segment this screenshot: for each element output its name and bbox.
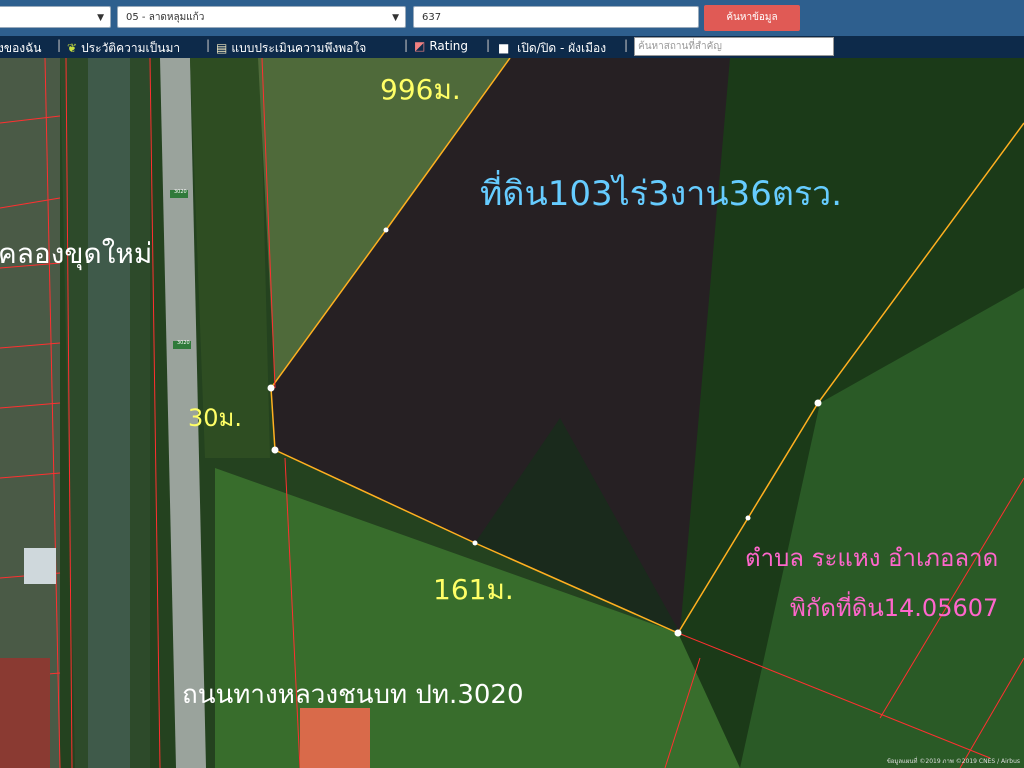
dropdown-caret-icon: ▼ xyxy=(392,13,399,23)
place-search-input[interactable]: ค้นหาสถานที่สำคัญ xyxy=(634,37,834,56)
search-button[interactable]: ค้นหาข้อมูล xyxy=(704,5,800,31)
side-length-bottom: 161ม. xyxy=(433,573,514,606)
house-roof xyxy=(300,708,370,768)
menu-separator: | xyxy=(404,38,409,52)
menu-item-rating[interactable]: ◩ Rating xyxy=(414,39,468,53)
top-toolbar: ▼ 05 - ลาดหลุมแก้ว ▼ 637 ค้นหาข้อมูล xyxy=(0,0,1024,36)
menu-separator: | xyxy=(57,38,62,52)
district-select[interactable]: 05 - ลาดหลุมแก้ว ▼ xyxy=(117,6,406,28)
document-icon: ▤ xyxy=(216,41,228,55)
sprout-icon: ❦ xyxy=(67,41,78,55)
menu-item-history[interactable]: ❦ ประวัติความเป็นมา xyxy=(67,39,180,58)
rating-chart-icon: ◩ xyxy=(414,39,426,53)
house-roof xyxy=(0,658,50,768)
menu-item-toggle-cityplan[interactable]: ■ เปิด/ปิด - ผังเมือง xyxy=(498,39,606,58)
canal-label: คลองขุดใหม่ xyxy=(0,237,153,270)
parcel-number-value: 637 xyxy=(422,12,442,23)
satellite-map[interactable]: 3020 3020 996ม. ที่ดิน103ไร่3งาน36ตรว. ค… xyxy=(0,58,1024,768)
menu-separator: | xyxy=(624,38,629,52)
map-imagery xyxy=(0,58,1024,768)
toggle-square-icon: ■ xyxy=(498,41,510,55)
side-length-top: 996ม. xyxy=(380,73,461,106)
menu-separator: | xyxy=(486,38,491,52)
house-roof xyxy=(24,548,56,584)
subdistrict-label: ตำบล ระแหง อำเภอลาด xyxy=(745,544,999,572)
province-select[interactable]: ▼ xyxy=(0,6,111,28)
menu-separator: | xyxy=(206,38,211,52)
map-attribution: ข้อมูลแผนที่ ©2019 ภาพ ©2019 CNES / Airb… xyxy=(886,758,1020,765)
dropdown-caret-icon: ▼ xyxy=(97,13,104,23)
area-label: ที่ดิน103ไร่3งาน36ตรว. xyxy=(480,174,843,214)
menu-bar: งของฉัน | ❦ ประวัติความเป็นมา | ▤ แบบประเม… xyxy=(0,36,1024,58)
district-select-value: 05 - ลาดหลุมแก้ว xyxy=(126,12,205,23)
menu-item-survey[interactable]: ▤ แบบประเมินความพึงพอใจ xyxy=(216,39,366,58)
coordinates-label: พิกัดที่ดิน14.05607 xyxy=(790,594,999,622)
menu-item-mine[interactable]: งของฉัน xyxy=(0,39,42,58)
parcel-number-input[interactable]: 637 xyxy=(413,6,699,28)
road-label: ถนนทางหลวงชนบท ปท.3020 xyxy=(182,680,524,710)
road-marker-label: 3020 xyxy=(174,189,187,195)
side-length-left: 30ม. xyxy=(188,404,242,432)
canal-water xyxy=(88,58,130,768)
road-marker-label: 3020 xyxy=(177,340,190,346)
